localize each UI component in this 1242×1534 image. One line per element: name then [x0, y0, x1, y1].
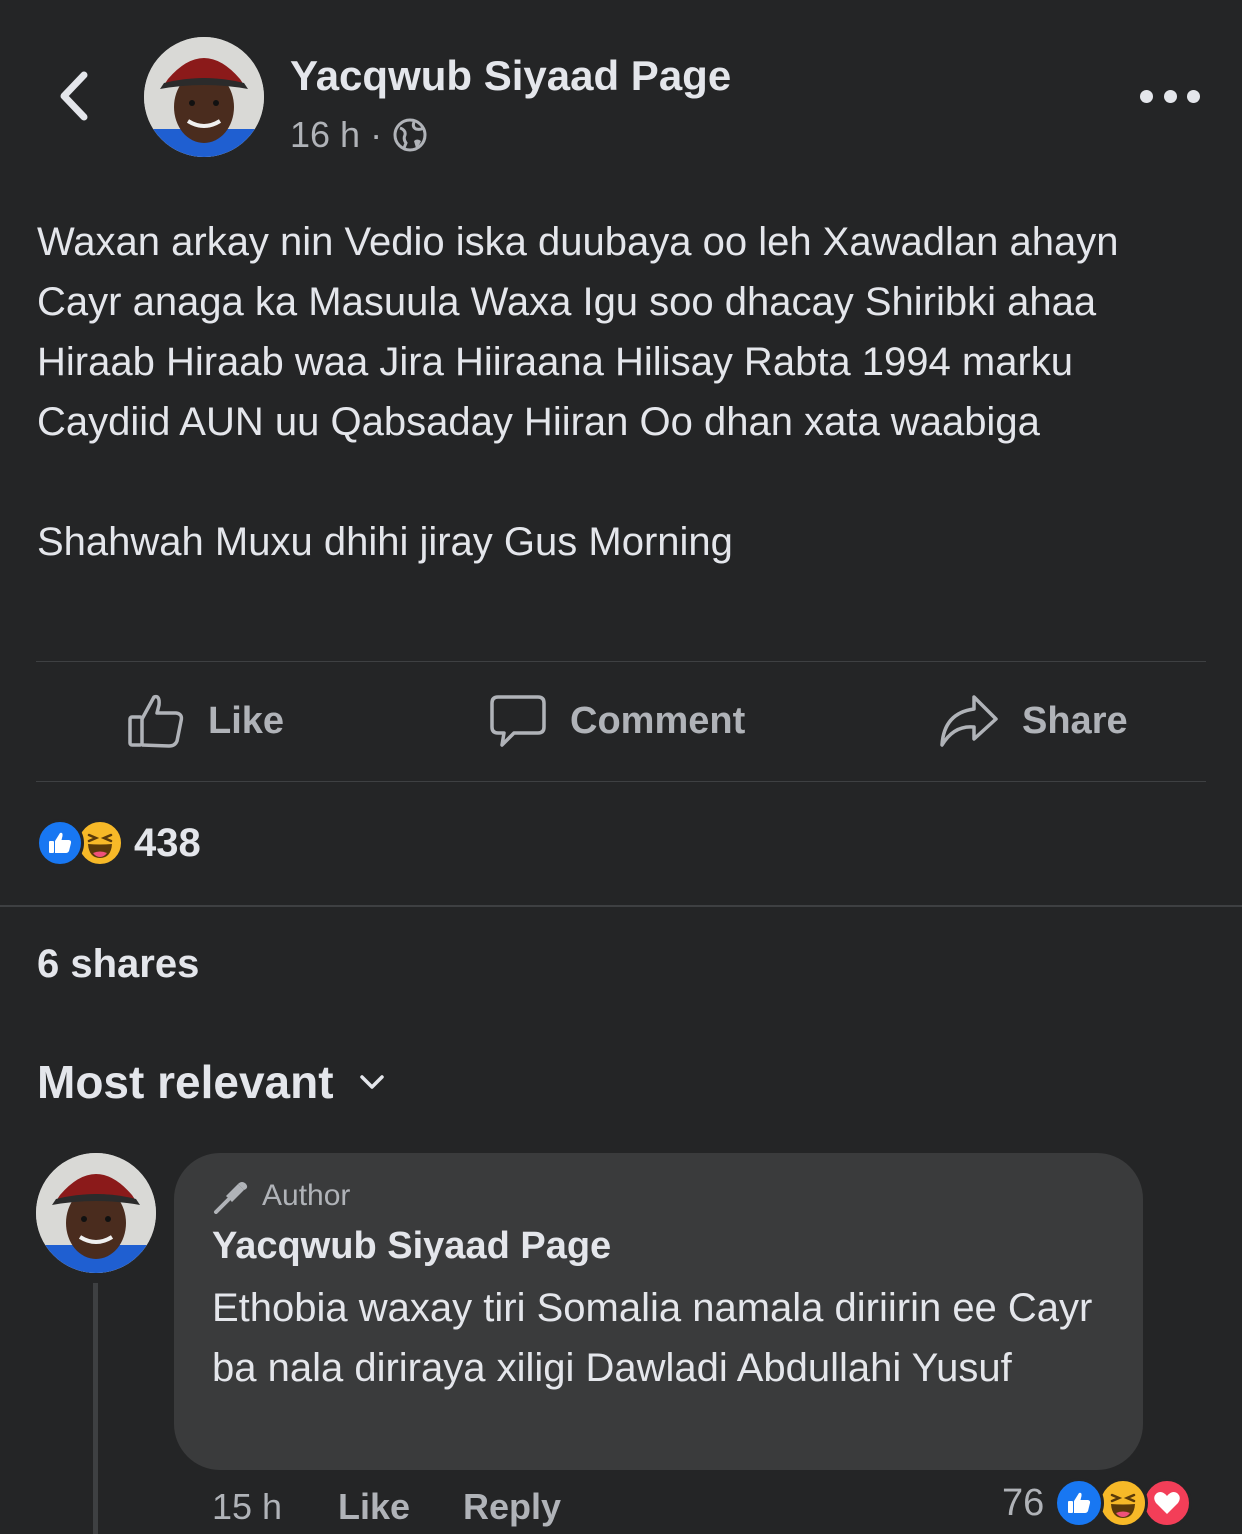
comment-reactions[interactable]: 76: [1002, 1478, 1193, 1528]
share-button[interactable]: Share: [938, 690, 1128, 752]
comment-author[interactable]: Yacqwub Siyaad Page: [212, 1225, 611, 1268]
reaction-count: 438: [134, 820, 201, 865]
divider: [36, 781, 1206, 782]
reactions-summary[interactable]: 438: [36, 815, 201, 871]
post-paragraph: Waxan arkay nin Vedio iska duubaya oo le…: [37, 220, 1119, 444]
comment-sort-dropdown[interactable]: Most relevant: [37, 1055, 386, 1109]
comment-reply-button[interactable]: Reply: [463, 1486, 561, 1528]
comment-like-button[interactable]: Like: [338, 1486, 410, 1528]
page-avatar[interactable]: [144, 37, 264, 157]
post-meta: 16 h ·: [290, 114, 428, 156]
more-options-button[interactable]: [1140, 78, 1200, 114]
avatar-image: [144, 37, 264, 157]
comment-text: Ethobia waxay tiri Somalia namala diriir…: [212, 1286, 1093, 1390]
post-time[interactable]: 16 h: [290, 114, 360, 156]
sort-label: Most relevant: [37, 1056, 334, 1108]
comment-icon: [490, 695, 546, 747]
like-label: Like: [208, 699, 285, 742]
back-button[interactable]: [48, 68, 98, 124]
haha-reaction-icon: [1098, 1478, 1149, 1528]
share-label: Share: [1022, 699, 1128, 742]
comment-reaction-count: 76: [1002, 1481, 1045, 1524]
avatar-image: [36, 1153, 156, 1273]
comment-time: 15 h: [212, 1486, 283, 1527]
shares-count[interactable]: 6 shares: [37, 942, 199, 987]
chevron-down-icon: [359, 1075, 384, 1089]
like-reaction-icon: [36, 819, 84, 867]
more-dot-icon: [1163, 89, 1177, 103]
share-arrow-icon: [940, 695, 998, 747]
chevron-left-icon: [60, 71, 88, 121]
comment-button[interactable]: Comment: [488, 690, 745, 752]
post-paragraph: Shahwah Muxu dhihi jiray Gus Morning: [37, 520, 733, 564]
microphone-icon: [214, 1182, 248, 1214]
section-divider: [0, 905, 1242, 907]
like-button[interactable]: Like: [126, 690, 284, 752]
more-dot-icon: [1140, 89, 1153, 103]
globe-icon: [393, 118, 427, 152]
author-badge-label: Author: [262, 1179, 351, 1212]
comment-label: Comment: [570, 699, 746, 742]
thumbs-up-icon: [128, 694, 184, 748]
post-body: Waxan arkay nin Vedio iska duubaya oo le…: [37, 212, 1207, 572]
more-dot-icon: [1187, 89, 1200, 103]
page-name[interactable]: Yacqwub Siyaad Page: [290, 52, 731, 100]
meta-separator: ·: [370, 114, 383, 155]
thread-line: [93, 1283, 98, 1534]
love-reaction-icon: [1142, 1478, 1193, 1528]
commenter-avatar[interactable]: [36, 1153, 156, 1273]
like-reaction-icon: [1054, 1478, 1105, 1528]
divider: [36, 661, 1206, 662]
author-badge: Author: [212, 1178, 350, 1214]
